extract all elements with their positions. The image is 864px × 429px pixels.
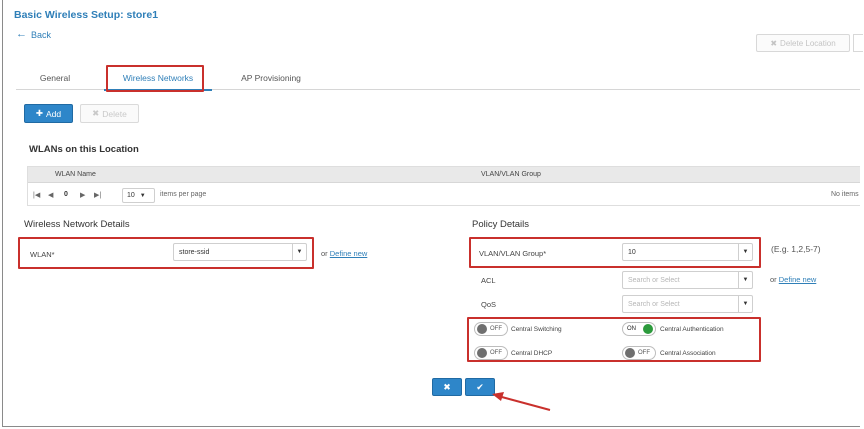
chevron-down-icon: ▼ — [738, 272, 752, 288]
back-link[interactable]: ← Back — [16, 29, 51, 40]
close-icon: ✖ — [770, 38, 778, 48]
define-new-wlan[interactable]: or Define new — [321, 249, 367, 258]
next-page-icon[interactable]: ▶ — [80, 191, 85, 199]
arrow-left-icon: ← — [16, 28, 27, 40]
plus-icon: ✚ — [35, 108, 43, 118]
column-header-vlan[interactable]: VLAN/VLAN Group — [481, 171, 541, 178]
tab-label: General — [39, 73, 71, 83]
define-new-link[interactable]: Define new — [779, 275, 817, 284]
define-new-acl[interactable]: or Define new — [770, 275, 816, 284]
last-page-icon[interactable]: ▶| — [94, 191, 101, 199]
acl-label: ACL — [481, 276, 496, 285]
delete-location-label: Delete Location — [780, 38, 836, 48]
delete-label: Delete — [102, 108, 127, 119]
page-title: Basic Wireless Setup: store1 — [14, 9, 159, 21]
back-label: Back — [31, 29, 52, 40]
vlan-hint: (E.g. 1,2,5-7) — [771, 244, 821, 254]
qos-placeholder: Search or Select — [628, 300, 680, 308]
table-header: WLAN Name VLAN/VLAN Group — [28, 167, 860, 183]
prev-page-icon[interactable]: ◀ — [48, 191, 53, 199]
highlight-box-tab — [106, 65, 204, 92]
extra-button-edge — [853, 34, 863, 52]
acl-select[interactable]: Search or Select ▼ — [622, 271, 753, 289]
acl-placeholder: Search or Select — [628, 276, 680, 284]
highlight-box-toggles — [467, 317, 761, 362]
add-button[interactable]: ✚ Add — [24, 104, 73, 123]
tab-ap-provisioning[interactable]: AP Provisioning — [232, 66, 310, 90]
wlans-title: WLANs on this Location — [29, 144, 139, 155]
first-page-icon[interactable]: |◀ — [33, 191, 40, 199]
wireless-details-title: Wireless Network Details — [24, 219, 130, 230]
per-page-suffix: items per page — [160, 191, 207, 198]
define-new-link[interactable]: Define new — [330, 249, 368, 258]
highlight-box-vlan — [469, 237, 761, 268]
no-items-text: No items — [831, 191, 859, 198]
chevron-down-icon: ▼ — [738, 296, 752, 312]
tab-general[interactable]: General — [28, 66, 82, 90]
column-header-wlan-name[interactable]: WLAN Name — [55, 171, 96, 178]
wlans-table: WLAN Name VLAN/VLAN Group |◀ ◀ 0 ▶ ▶| 10… — [27, 166, 860, 206]
add-label: Add — [46, 108, 62, 119]
cancel-button[interactable]: ✖ — [432, 378, 462, 396]
per-page-select[interactable]: 10 ▼ — [122, 188, 155, 203]
table-pager: |◀ ◀ 0 ▶ ▶| 10 ▼ items per page No items — [28, 188, 860, 204]
chevron-down-icon: ▼ — [139, 192, 146, 199]
qos-select[interactable]: Search or Select ▼ — [622, 295, 753, 313]
delete-button[interactable]: ✖ Delete — [80, 104, 139, 123]
close-icon: ✖ — [443, 381, 451, 392]
close-icon: ✖ — [92, 108, 100, 118]
or-text: or — [321, 249, 328, 258]
annotation-arrow-icon — [492, 392, 551, 411]
highlight-box-wlan — [18, 237, 314, 269]
or-text: or — [770, 275, 777, 284]
policy-details-title: Policy Details — [472, 219, 530, 230]
page-number[interactable]: 0 — [64, 191, 68, 198]
qos-label: QoS — [481, 300, 497, 309]
per-page-value: 10 — [127, 192, 135, 199]
delete-location-button[interactable]: ✖ Delete Location — [756, 34, 850, 52]
tab-label: AP Provisioning — [241, 73, 301, 83]
